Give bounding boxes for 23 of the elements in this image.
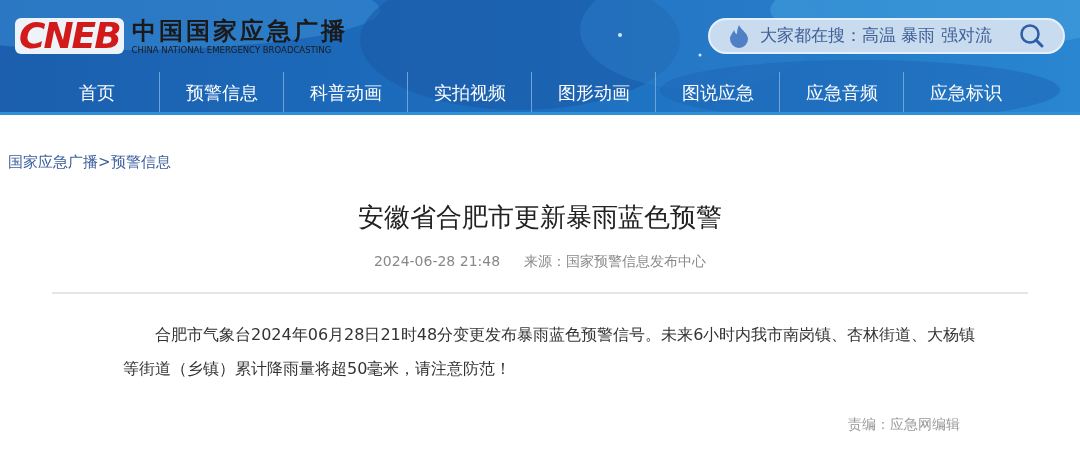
breadcrumb-link[interactable]: 国家应急广播 [8, 151, 98, 174]
search-field[interactable]: 大家都在搜：高温 暴雨 强对流 [708, 18, 1065, 54]
nav-link[interactable]: 实拍视频 [433, 78, 506, 106]
nav-link[interactable]: 预警信息 [185, 78, 258, 106]
breadcrumb-separator: > [98, 152, 111, 173]
article-body: 合肥市气象台2024年06月28日21时48分变更发布暴雨蓝色预警信号。未来6小时内我市南岗镇、杏林街道、大杨镇等街道（乡镇）累计降雨量将超50毫米，请注意防范！ [123, 323, 977, 380]
nav-link[interactable]: 科普动画 [309, 78, 382, 106]
nav-link[interactable]: 图形动画 [557, 78, 630, 106]
nav-link[interactable]: 应急标识 [929, 78, 1002, 106]
logo[interactable]: CNEB [15, 18, 124, 54]
publish-date: 2024-06-28 21:48 [373, 251, 501, 271]
search-icon[interactable] [1019, 23, 1045, 49]
flame-icon [728, 24, 750, 48]
editor-credit: 责编：应急网编辑 [848, 414, 960, 434]
article-title: 安徽省合肥市更新暴雨蓝色预警 [357, 200, 723, 234]
search-input[interactable]: 大家都在搜：高温 暴雨 强对流 [760, 23, 1019, 49]
site-name-english: CHINA NATIONAL EMERGENCY BROADCASTING [131, 44, 333, 56]
site-name: 中国国家应急广播 [131, 16, 348, 45]
nav-link[interactable]: 首页 [79, 78, 115, 106]
nav-link[interactable]: 应急音频 [805, 78, 878, 106]
article-source: 来源：国家预警信息发布中心 [524, 251, 707, 271]
breadcrumb-link[interactable]: 预警信息 [110, 151, 171, 174]
nav-link[interactable]: 图说应急 [681, 78, 754, 106]
